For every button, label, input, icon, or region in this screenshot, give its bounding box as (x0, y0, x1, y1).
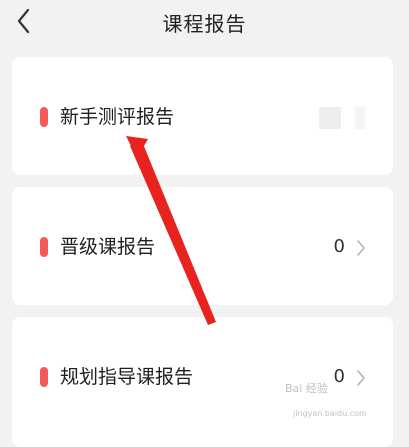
chevron-right-icon (357, 240, 365, 256)
top-bar: 课程报告 (0, 0, 409, 44)
report-card-newbie[interactable]: 新手测评报告 (12, 57, 393, 175)
report-card-promotion[interactable]: 晋级课报告 0 (12, 187, 393, 305)
watermark-url: jingyan.baidu.com (293, 409, 367, 418)
page-title: 课程报告 (162, 12, 247, 36)
status-marker (40, 367, 48, 387)
watermark: Bai 经验 jingyan.baidu.com (285, 382, 403, 422)
placeholder-box (319, 107, 341, 129)
report-label: 晋级课报告 (60, 236, 156, 258)
report-label: 规划指导课报告 (60, 366, 194, 388)
status-marker (40, 107, 48, 127)
report-count: 0 (333, 236, 345, 257)
placeholder-box (355, 107, 365, 129)
watermark-text: Bai 经验 (285, 382, 328, 395)
status-marker (40, 237, 48, 257)
report-label: 新手测评报告 (60, 106, 175, 128)
